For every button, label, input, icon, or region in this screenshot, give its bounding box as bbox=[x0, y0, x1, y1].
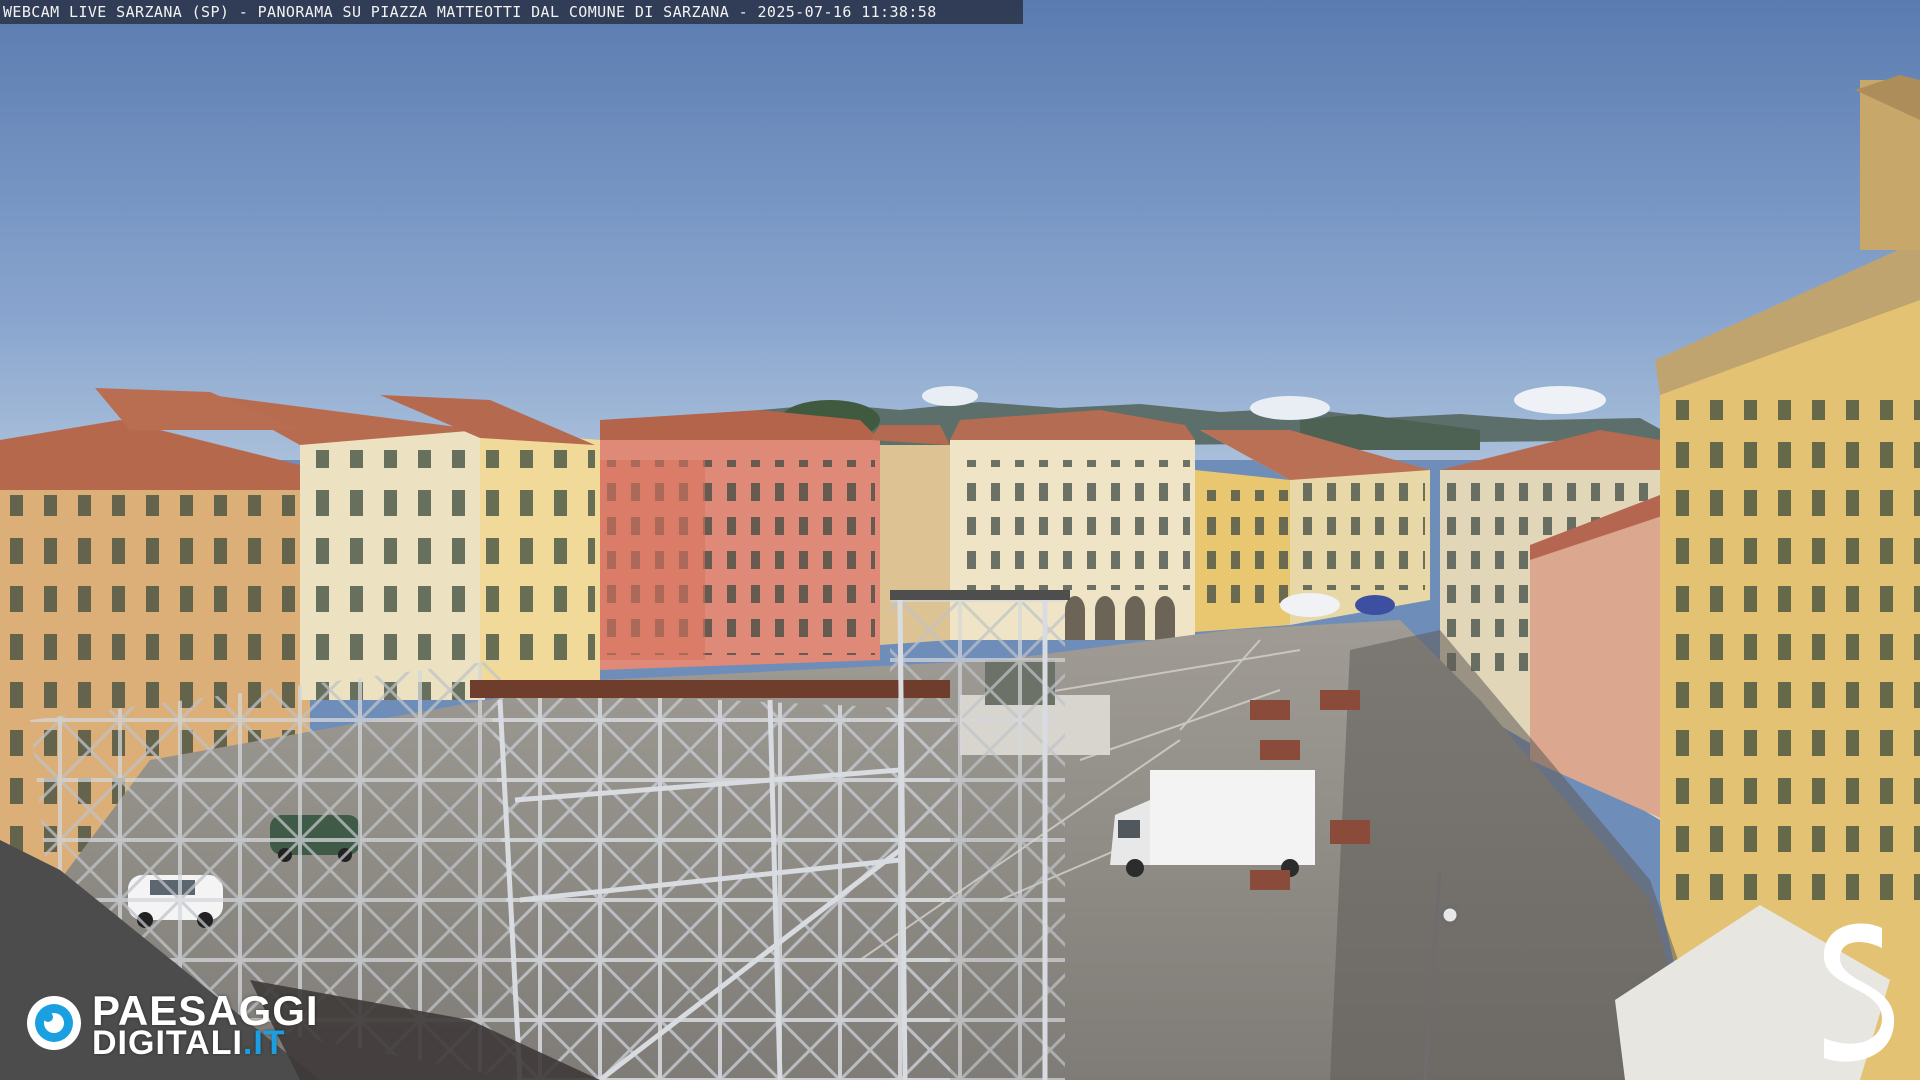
webcam-scene bbox=[0, 0, 1920, 1080]
s-monogram-icon bbox=[1823, 923, 1895, 1062]
watermark-line2-main: DIGITALI bbox=[92, 1024, 243, 1062]
watermark-line2-tld: .IT bbox=[242, 1024, 286, 1062]
webcam-caption-text: WEBCAM LIVE SARZANA (SP) - PANORAMA SU P… bbox=[3, 3, 937, 21]
watermark-line2: DIGITALI.IT bbox=[92, 1026, 286, 1060]
camera-lens-icon bbox=[27, 996, 81, 1050]
paesaggi-digitali-watermark: PAESAGGI DIGITALI.IT bbox=[24, 990, 334, 1060]
webcam-caption-bar: WEBCAM LIVE SARZANA (SP) - PANORAMA SU P… bbox=[0, 0, 1023, 24]
